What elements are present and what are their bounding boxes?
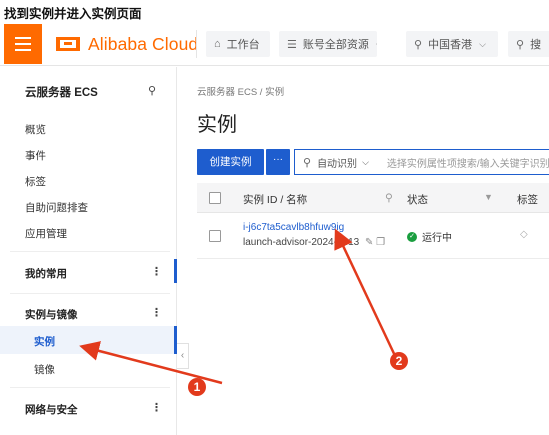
more-actions-button[interactable]: ··· [266,149,290,175]
sidebar: 云服务器 ECS ⚲ 概览 事件 标签 自助问题排查 应用管理 我的常用 ⋮ 实… [0,67,177,435]
sidebar-item-instances[interactable]: 实例 [34,334,55,349]
table-header: 实例 ID / 名称 ⚲ 状态 ▼ 标签 [197,183,549,213]
search-icon: ⚲ [516,38,525,51]
instance-search-bar[interactable]: ⚲ 自动识别 ⌵ 选择实例属性项搜索/输入关键字识别搜索 [294,149,549,175]
instances-images-more-icon[interactable]: ⋮ [151,306,162,319]
alibaba-cloud-logo-icon [56,37,80,51]
account-resources-dropdown[interactable]: ☰ 账号全部资源 ⌵ [279,31,377,57]
workbench-label: 工作台 [226,39,260,51]
alibaba-cloud-logo[interactable]: Alibaba Cloud [56,32,198,56]
annotation-marker-1: 1 [188,378,206,396]
region-dropdown[interactable]: ⚲ 中国香港 ⌵ [406,31,498,57]
row-checkbox[interactable] [209,230,221,242]
logo-text: Alibaba Cloud [88,33,199,54]
sidebar-divider [10,387,170,388]
chevron-down-icon: ⌵ [362,156,369,167]
tag-icon[interactable]: ◇ [520,229,528,240]
network-security-more-icon[interactable]: ⋮ [151,401,162,414]
sidebar-group-favorites[interactable]: 我的常用 [25,266,67,281]
instance-status: ✓ 运行中 [407,229,452,244]
sidebar-title: 云服务器 ECS [25,87,98,99]
column-search-icon[interactable]: ⚲ [385,192,393,204]
region-label: 中国香港 [428,39,473,51]
account-resources-label: 账号全部资源 [302,39,369,51]
filter-icon[interactable]: ▼ [484,192,493,202]
annotation-marker-2: 2 [390,352,408,370]
chevron-down-icon: ⌵ [479,38,486,49]
sidebar-active-highlight [0,326,177,354]
sidebar-divider [10,293,170,294]
sidebar-divider [10,251,170,252]
main-content: 云服务器 ECS / 实例 实例 创建实例 ··· ⚲ 自动识别 ⌵ 选择实例属… [178,67,549,435]
workbench-button[interactable]: ⌂ 工作台 [206,31,270,57]
page-caption: 找到实例并进入实例页面 [4,7,142,21]
table-row: i-j6c7ta5cavlb8hfuw9ig launch-advisor-20… [197,213,549,259]
column-status: 状态 [407,194,428,206]
global-search-input[interactable]: ⚲ 搜 [508,31,549,57]
select-all-checkbox[interactable] [209,192,221,204]
edit-icon[interactable]: ✎ [365,237,373,248]
sidebar-item-troubleshooting[interactable]: 自助问题排查 [25,200,88,215]
location-pin-icon: ⚲ [414,38,423,51]
home-icon: ⌂ [214,38,221,50]
global-search-placeholder: 搜 [530,39,542,51]
sidebar-item-images[interactable]: 镜像 [34,362,55,377]
instance-id-link[interactable]: i-j6c7ta5cavlb8hfuw9ig [243,222,344,233]
instance-name-text: launch-advisor-2024-0813 [243,237,360,248]
instance-name: launch-advisor-2024-0813 ✎ ❐ [243,237,385,248]
sidebar-group-instances-images[interactable]: 实例与镜像 [25,307,78,322]
favorites-more-icon[interactable]: ⋮ [151,265,162,278]
sidebar-item-tags[interactable]: 标签 [25,174,46,189]
column-tags: 标签 [517,194,538,206]
search-placeholder: 选择实例属性项搜索/输入关键字识别搜索 [386,158,549,170]
sidebar-item-overview[interactable]: 概览 [25,122,46,137]
create-instance-button[interactable]: 创建实例 [197,149,264,175]
sidebar-group-network-security[interactable]: 网络与安全 [25,402,78,417]
breadcrumb: 云服务器 ECS / 实例 [197,87,285,98]
page-title: 实例 [197,114,237,136]
resource-list-icon: ☰ [287,38,297,51]
search-icon: ⚲ [303,156,312,169]
search-type-select[interactable]: 自动识别 [317,155,357,170]
column-id-name: 实例 ID / 名称 [243,194,308,206]
sidebar-item-app-management[interactable]: 应用管理 [25,226,67,241]
sidebar-item-events[interactable]: 事件 [25,148,46,163]
hamburger-menu-button[interactable] [4,24,42,64]
chevron-down-icon: ⌵ [376,39,377,50]
copy-icon[interactable]: ❐ [376,237,385,248]
running-check-icon: ✓ [407,231,417,242]
status-label: 运行中 [422,233,452,244]
favorites-indicator [174,259,177,283]
top-navigation-bar: Alibaba Cloud ⌂ 工作台 ☰ 账号全部资源 ⌵ ⚲ 中国香港 ⌵ … [0,22,549,66]
sidebar-search-icon[interactable]: ⚲ [148,84,156,97]
divider [196,30,197,58]
